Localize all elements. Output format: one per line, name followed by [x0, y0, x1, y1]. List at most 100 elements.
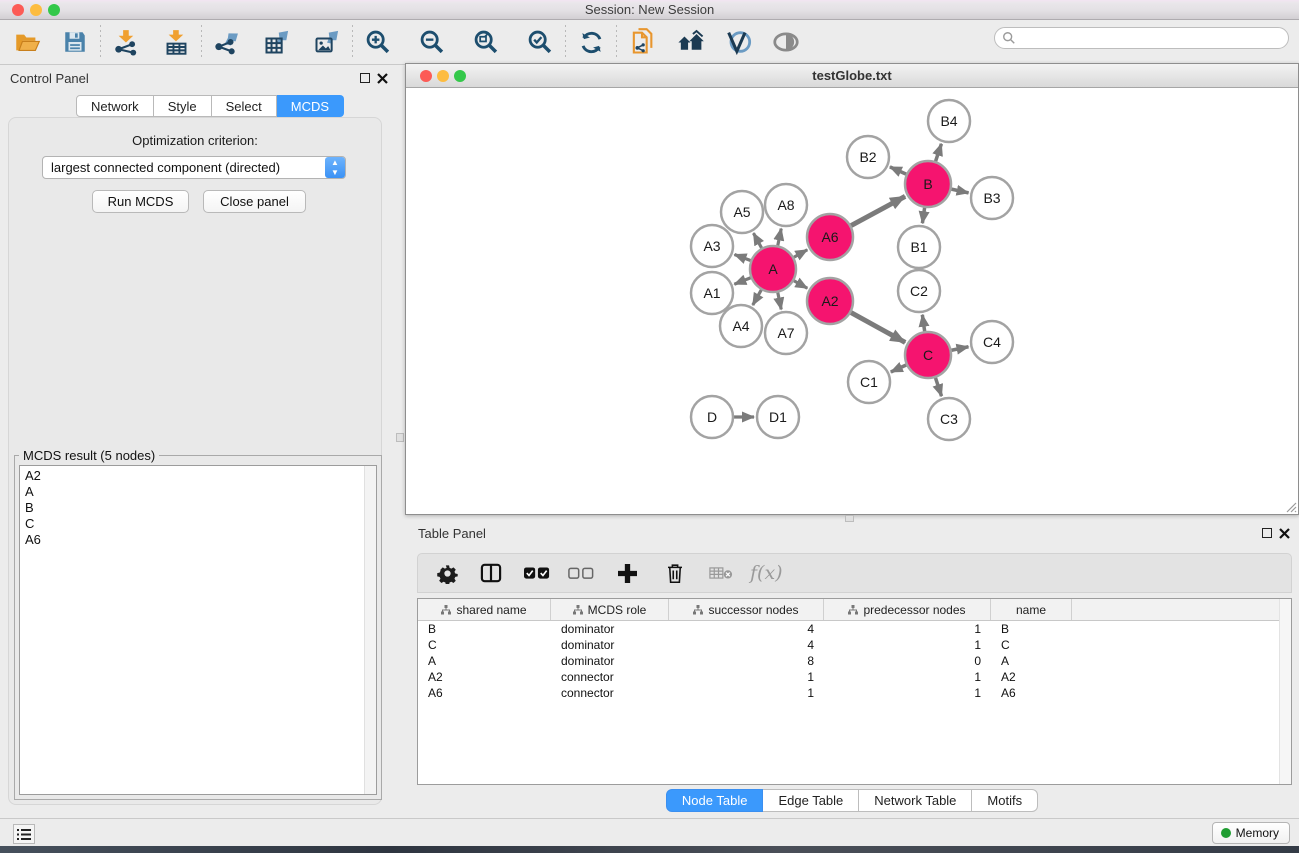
zoom-selected-icon[interactable] [521, 23, 559, 61]
zoom-in-icon[interactable] [359, 23, 397, 61]
edge-A2-C[interactable] [851, 313, 905, 343]
close-panel-button[interactable]: Close panel [203, 190, 306, 213]
node-A4[interactable]: A4 [720, 305, 762, 347]
mcds-result-list[interactable]: A2ABCA6 [19, 465, 377, 795]
edge-A-A8[interactable] [778, 229, 781, 246]
node-A3[interactable]: A3 [691, 225, 733, 267]
edge-A-A7[interactable] [778, 293, 781, 310]
split-panel-icon[interactable] [476, 559, 506, 587]
table-row[interactable]: Cdominator41C [418, 637, 1291, 653]
edge-B-B1[interactable] [922, 208, 924, 223]
node-D1[interactable]: D1 [757, 396, 799, 438]
select-all-rows-icon[interactable] [522, 559, 552, 587]
node-C3[interactable]: C3 [928, 398, 970, 440]
zoom-out-icon[interactable] [413, 23, 451, 61]
edge-B-B2[interactable] [890, 167, 906, 174]
edge-A-A3[interactable] [734, 254, 750, 260]
refresh-icon[interactable] [572, 23, 610, 61]
new-network-from-selection-icon[interactable] [623, 23, 661, 61]
network-canvas[interactable]: B4 B2 B B3 A5A8A6 A3 B1 A A1 C2 A2 A4A7 C4 C C1 D D1 C3 [407, 88, 1297, 513]
result-list-item[interactable]: A [20, 484, 376, 500]
open-file-icon[interactable] [8, 23, 46, 61]
table-row[interactable]: Bdominator41B [418, 621, 1291, 637]
delete-column-icon[interactable] [660, 559, 690, 587]
node-A8[interactable]: A8 [765, 184, 807, 226]
column-header-shared-name[interactable]: shared name [418, 599, 551, 620]
edge-C-C4[interactable] [952, 347, 969, 350]
window-resize-grip[interactable] [1283, 499, 1297, 513]
node-B2[interactable]: B2 [847, 136, 889, 178]
close-panel-icon[interactable] [377, 73, 388, 84]
float-panel-icon[interactable] [360, 73, 370, 83]
memory-button[interactable]: Memory [1212, 822, 1290, 844]
criterion-select[interactable]: largest connected component (directed) ▲… [42, 156, 346, 179]
node-A1[interactable]: A1 [691, 272, 733, 314]
column-header-name[interactable]: name [991, 599, 1072, 620]
export-table-icon[interactable] [258, 23, 296, 61]
edge-C-C3[interactable] [935, 378, 941, 396]
run-mcds-button[interactable]: Run MCDS [92, 190, 189, 213]
edge-C-C1[interactable] [891, 365, 906, 372]
table-float-panel-icon[interactable] [1262, 528, 1272, 538]
show-graphics-details-icon[interactable] [767, 23, 805, 61]
result-list-scrollbar[interactable] [364, 466, 376, 794]
node-A6[interactable]: A6 [807, 214, 853, 260]
column-header-MCDS-role[interactable]: MCDS role [551, 599, 669, 620]
tab-select[interactable]: Select [212, 95, 277, 117]
import-table-icon[interactable] [157, 23, 195, 61]
zoom-fit-icon[interactable] [467, 23, 505, 61]
edge-A-A2[interactable] [794, 281, 807, 289]
column-header-successor-nodes[interactable]: successor nodes [669, 599, 824, 620]
deselect-all-rows-icon[interactable] [566, 559, 596, 587]
export-image-icon[interactable] [308, 23, 346, 61]
node-A[interactable]: A [750, 246, 796, 292]
node-D[interactable]: D [691, 396, 733, 438]
tab-node-table[interactable]: Node Table [666, 789, 764, 812]
tab-motifs[interactable]: Motifs [972, 789, 1038, 812]
node-table[interactable]: shared nameMCDS rolesuccessor nodesprede… [417, 598, 1292, 785]
save-session-icon[interactable] [56, 23, 94, 61]
result-list-item[interactable]: A2 [20, 468, 376, 484]
column-header-predecessor-nodes[interactable]: predecessor nodes [824, 599, 991, 620]
search-input[interactable] [994, 27, 1289, 49]
node-B3[interactable]: B3 [971, 177, 1013, 219]
export-network-icon[interactable] [208, 23, 246, 61]
tab-network-table[interactable]: Network Table [859, 789, 972, 812]
vertical-splitter-handle[interactable] [396, 433, 404, 442]
node-A2[interactable]: A2 [807, 278, 853, 324]
node-B4[interactable]: B4 [928, 100, 970, 142]
edge-A6-B[interactable] [851, 196, 905, 225]
node-B[interactable]: B [905, 161, 951, 207]
hide-selected-icon[interactable] [719, 23, 757, 61]
table-close-panel-icon[interactable] [1279, 528, 1290, 539]
result-list-item[interactable]: B [20, 500, 376, 516]
first-neighbors-icon[interactable] [671, 23, 709, 61]
delete-table-icon[interactable] [706, 559, 736, 587]
table-scrollbar[interactable] [1279, 599, 1291, 784]
tab-network[interactable]: Network [76, 95, 154, 117]
edge-B-B3[interactable] [951, 189, 968, 193]
node-A5[interactable]: A5 [721, 191, 763, 233]
result-list-item[interactable]: C [20, 516, 376, 532]
tab-style[interactable]: Style [154, 95, 212, 117]
node-C2[interactable]: C2 [898, 270, 940, 312]
table-row[interactable]: A6connector11A6 [418, 685, 1291, 701]
edge-A-A6[interactable] [794, 250, 807, 258]
edge-A-A4[interactable] [753, 290, 762, 305]
node-B1[interactable]: B1 [898, 226, 940, 268]
edge-A-A5[interactable] [753, 233, 761, 248]
table-settings-icon[interactable] [432, 559, 462, 587]
task-history-button[interactable] [13, 824, 35, 844]
import-network-icon[interactable] [107, 23, 145, 61]
table-row[interactable]: Adominator80A [418, 653, 1291, 669]
edge-B-B4[interactable] [936, 144, 942, 161]
apply-function-icon[interactable]: f(x) [750, 559, 783, 587]
table-row[interactable]: A2connector11A2 [418, 669, 1291, 685]
node-A7[interactable]: A7 [765, 312, 807, 354]
add-column-icon[interactable] [612, 559, 642, 587]
node-C[interactable]: C [905, 332, 951, 378]
node-C4[interactable]: C4 [971, 321, 1013, 363]
edge-C-C2[interactable] [922, 315, 924, 331]
node-C1[interactable]: C1 [848, 361, 890, 403]
edge-A-A1[interactable] [734, 278, 750, 284]
